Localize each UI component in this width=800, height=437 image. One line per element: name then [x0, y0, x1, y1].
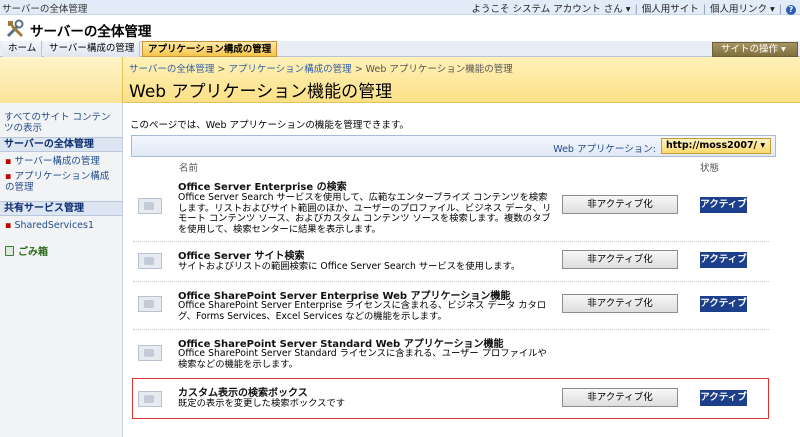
title-area: サーバーの全体管理: [0, 16, 800, 41]
recycle-bin-icon: [5, 246, 14, 256]
breadcrumb-separator: >: [354, 64, 363, 75]
status-badge: アクティブ: [700, 252, 747, 268]
deactivate-button[interactable]: 非アクティブ化: [562, 294, 678, 313]
global-breadcrumb-link[interactable]: サーバーの全体管理: [2, 1, 87, 15]
deactivate-button[interactable]: 非アクティブ化: [562, 195, 678, 214]
welcome-menu[interactable]: ようこそ システム アカウント さん ▾: [472, 1, 631, 15]
nav-item-server-config[interactable]: ▪ サーバー構成の管理: [5, 156, 117, 167]
status-badge: アクティブ: [700, 296, 747, 312]
page-description: このページでは、Web アプリケーションの機能を管理できます。: [130, 120, 409, 131]
column-header-name: 名前: [179, 163, 199, 174]
title-band-left-pad: [0, 57, 123, 103]
row-divider: [133, 281, 769, 282]
nav-item-app-config[interactable]: ▪ アプリケーション構成の管理: [5, 171, 117, 193]
feature-icon: [138, 296, 162, 312]
breadcrumb-current: Web アプリケーション機能の管理: [365, 64, 513, 75]
feature-description: 既定の表示を変更した検索ボックスです: [178, 398, 346, 409]
breadcrumb: サーバーの全体管理 > アプリケーション構成の管理 > Web アプリケーション機能の管…: [129, 61, 513, 75]
feature-description: Office Server Search サービスを使用して、広範なエンタープラ…: [178, 192, 552, 235]
column-header-status: 状態: [700, 163, 720, 174]
site-title[interactable]: サーバーの全体管理: [30, 20, 151, 40]
feature-description: Office SharePoint Server Standard ライセンスに…: [178, 348, 547, 370]
left-navigation: すべてのサイト コンテンツの表示 サーバーの全体管理 ▪ サーバー構成の管理 ▪ ア…: [0, 103, 123, 437]
breadcrumb-separator: >: [217, 64, 226, 75]
tab-home[interactable]: ホーム: [3, 41, 43, 57]
help-icon[interactable]: ?: [786, 5, 796, 15]
bullet-icon: ▪: [5, 220, 12, 231]
breadcrumb-item-admin[interactable]: サーバーの全体管理: [129, 64, 214, 75]
bullet-icon: ▪: [5, 171, 12, 182]
top-nav-tabs: ホーム サーバー構成の管理 アプリケーション構成の管理 サイトの操作 ▾: [0, 41, 800, 57]
nav-section-central-admin[interactable]: サーバーの全体管理: [0, 137, 122, 152]
admin-tools-icon: [6, 19, 24, 38]
nav-item-label: サーバー構成の管理: [14, 156, 100, 167]
feature-row: Office SharePoint Server Enterprise Web …: [133, 287, 769, 327]
breadcrumb-item-app-config[interactable]: アプリケーション構成の管理: [228, 64, 351, 75]
nav-item-label: SharedServices1: [14, 220, 95, 231]
recycle-bin-label: ごみ箱: [18, 247, 48, 258]
deactivate-button[interactable]: 非アクティブ化: [562, 388, 678, 407]
row-divider: [133, 329, 769, 330]
feature-name: Office Server サイト検索: [178, 251, 305, 262]
feature-row: Office Server サイト検索 サイトおよびリストの範囲検索に Offi…: [133, 247, 769, 277]
nav-section-shared-services[interactable]: 共有サービス管理: [0, 201, 122, 216]
web-application-dropdown[interactable]: http://moss2007/ ▾: [661, 138, 771, 154]
view-all-site-content-link[interactable]: すべてのサイト コンテンツの表示: [4, 112, 116, 134]
tab-application-configuration[interactable]: アプリケーション構成の管理: [142, 41, 278, 57]
feature-row: カスタム表示の検索ボックス 既定の表示を変更した検索ボックスです 非アクティブ化…: [133, 384, 769, 414]
site-actions-menu[interactable]: サイトの操作 ▾: [712, 42, 798, 57]
nav-item-sharedservices1[interactable]: ▪ SharedServices1: [5, 220, 117, 231]
feature-name: Office Server Enterprise の検索: [178, 182, 347, 193]
feature-row: Office SharePoint Server Standard Web アプ…: [133, 335, 769, 375]
my-links-menu[interactable]: 個人用リンク ▾: [710, 1, 775, 15]
tab-server-configuration[interactable]: サーバー構成の管理: [44, 41, 141, 57]
deactivate-button[interactable]: 非アクティブ化: [562, 250, 678, 269]
feature-name: カスタム表示の検索ボックス: [178, 388, 308, 399]
recycle-bin-link[interactable]: ごみ箱: [5, 243, 48, 258]
status-badge: アクティブ: [700, 197, 747, 213]
nav-item-label: アプリケーション構成の管理: [5, 171, 110, 193]
feature-icon: [138, 253, 162, 269]
web-application-selector-bar: Web アプリケーション: http://moss2007/ ▾: [131, 135, 776, 157]
feature-icon: [138, 345, 162, 361]
bullet-icon: ▪: [5, 156, 12, 167]
feature-row: Office Server Enterprise の検索 Office Serv…: [133, 178, 769, 240]
global-links: ようこそ システム アカウント さん ▾ | 個人用サイト | 個人用リンク ▾ |?: [472, 1, 796, 15]
page-title: Web アプリケーション機能の管理: [129, 82, 393, 102]
feature-icon: [138, 198, 162, 214]
feature-description: サイトおよびリストの範囲検索に Office Server Search サービ…: [178, 261, 521, 272]
web-application-label: Web アプリケーション:: [553, 144, 656, 155]
my-site-link[interactable]: 個人用サイト: [642, 1, 699, 15]
page-title-band: サーバーの全体管理 > アプリケーション構成の管理 > Web アプリケーション機能の管…: [0, 57, 800, 103]
global-bar: サーバーの全体管理 ようこそ システム アカウント さん ▾ | 個人用サイト | 個人…: [0, 0, 800, 15]
feature-icon: [138, 391, 162, 407]
row-divider: [133, 241, 769, 242]
status-badge: アクティブ: [700, 390, 747, 406]
feature-description: Office SharePoint Server Enterprise ライセン…: [178, 300, 547, 322]
